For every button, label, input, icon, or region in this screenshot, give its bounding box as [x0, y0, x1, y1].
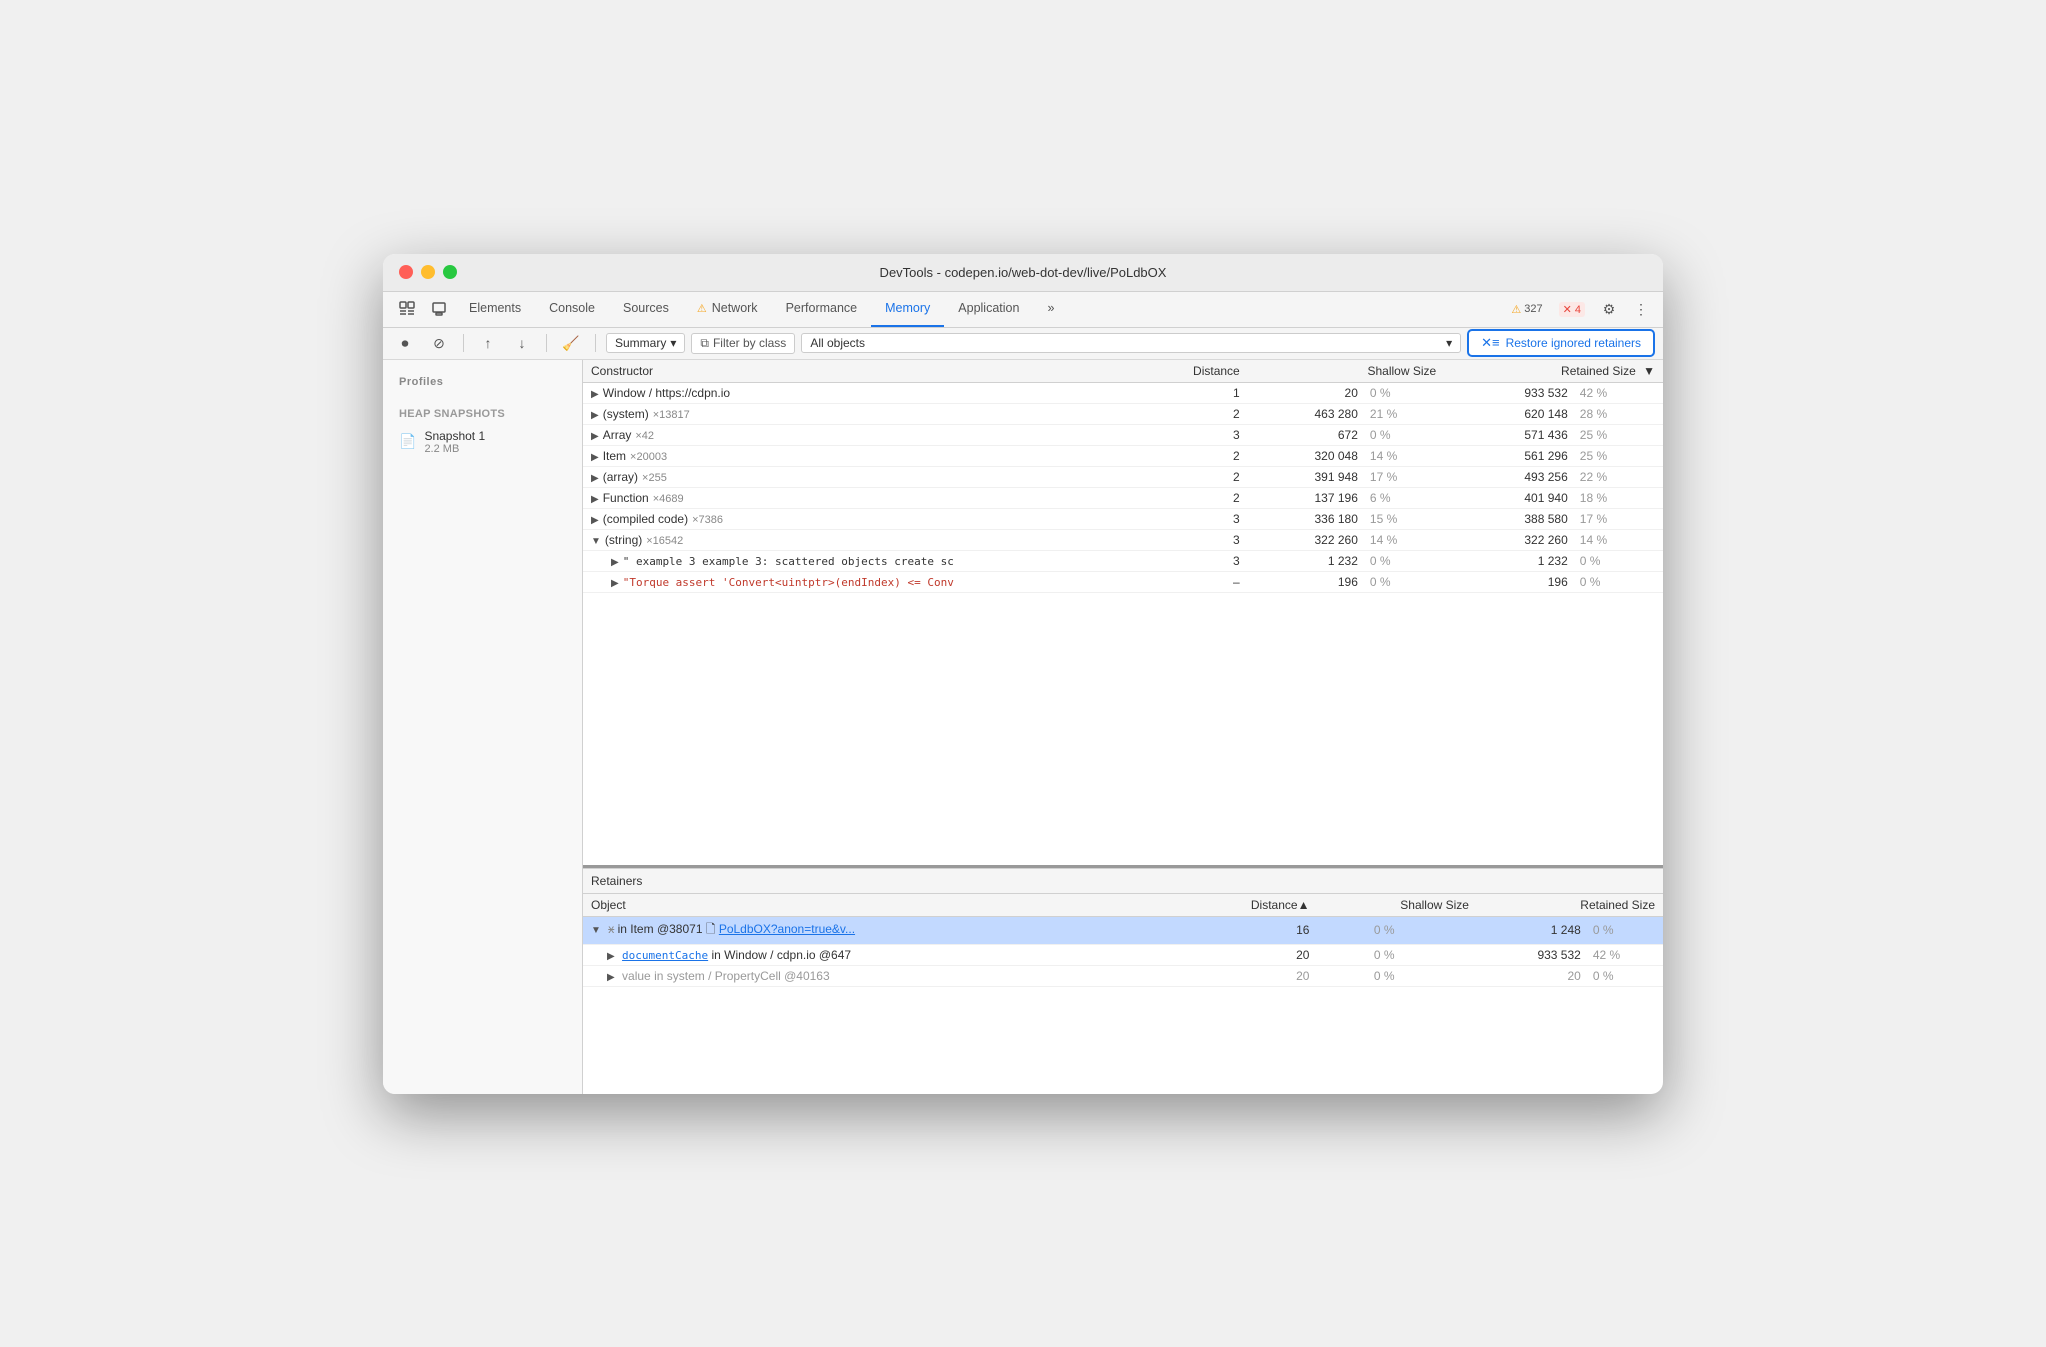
retainer-row[interactable]: ▶ documentCache in Window / cdpn.io @647… — [583, 944, 1663, 965]
expand-icon[interactable]: ▼ — [591, 925, 601, 936]
tab-application[interactable]: Application — [944, 292, 1033, 327]
main-area: Profiles HEAP SNAPSHOTS 📄 Snapshot 1 2.2… — [383, 360, 1663, 1094]
expand-icon[interactable]: ▼ — [591, 536, 601, 547]
tab-right-area: ⚠ 327 ✕ 4 ⚙ ⋮ — [1505, 292, 1655, 327]
record-button[interactable]: ⏺ — [391, 331, 419, 355]
summary-dropdown[interactable]: Summary ▾ — [606, 333, 685, 353]
expand-icon[interactable]: ▶ — [591, 515, 599, 526]
col-header-constructor: Constructor — [583, 360, 1123, 383]
expand-icon[interactable]: ▶ — [591, 452, 599, 463]
snapshot-name: Snapshot 1 — [424, 429, 485, 443]
retainer-row[interactable]: ▶ value in system / PropertyCell @40163 … — [583, 965, 1663, 986]
expand-icon[interactable]: ▶ — [591, 410, 599, 421]
snapshot-icon: 📄 — [399, 433, 416, 450]
tab-network[interactable]: ⚠ Network — [683, 292, 772, 327]
col-header-ret-distance: Distance▲ — [1177, 894, 1317, 917]
chevron-down-icon: ▾ — [1446, 336, 1452, 350]
expand-icon[interactable]: ▶ — [591, 972, 615, 983]
sidebar: Profiles HEAP SNAPSHOTS 📄 Snapshot 1 2.2… — [383, 360, 583, 1094]
snapshot-item[interactable]: 📄 Snapshot 1 2.2 MB — [383, 424, 582, 460]
device-icon[interactable] — [423, 292, 455, 327]
col-header-ret-shallow: Shallow Size — [1317, 894, 1477, 917]
col-header-distance: Distance — [1123, 360, 1248, 383]
class-dropdown[interactable]: All objects ▾ — [801, 333, 1461, 353]
retainer-row-selected[interactable]: ▼ x in Item @38071 🗋 PoLdbOX?anon=true&v… — [583, 916, 1663, 944]
content-area: Constructor Distance Shallow Size Retain… — [583, 360, 1663, 1094]
upload-button[interactable]: ↑ — [474, 331, 502, 355]
sidebar-title: Profiles — [383, 372, 582, 396]
separator-2 — [546, 334, 547, 352]
collect-button[interactable]: 🧹 — [557, 331, 585, 355]
inspector-icon[interactable] — [391, 292, 423, 327]
expand-icon[interactable]: ▶ — [611, 578, 619, 589]
link[interactable]: documentCache — [622, 949, 708, 962]
snapshot-info: Snapshot 1 2.2 MB — [424, 429, 485, 455]
expand-icon[interactable]: ▶ — [591, 431, 599, 442]
tab-memory[interactable]: Memory — [871, 292, 944, 327]
retainers-title: Retainers — [583, 868, 1663, 894]
sidebar-section: HEAP SNAPSHOTS — [383, 404, 582, 424]
stop-button[interactable]: ⊘ — [425, 331, 453, 355]
expand-icon[interactable]: ▶ — [591, 473, 599, 484]
more-options-button[interactable]: ⋮ — [1627, 297, 1655, 321]
tabbar: Elements Console Sources ⚠ Network Perfo… — [383, 292, 1663, 328]
expand-icon[interactable]: ▶ — [591, 951, 615, 962]
maximize-button[interactable] — [443, 265, 457, 279]
snapshot-size: 2.2 MB — [424, 443, 485, 455]
warning-icon: ⚠ — [697, 302, 707, 315]
traffic-lights — [399, 265, 457, 279]
table-row[interactable]: ▶(system)×13817 2 463 280 21 % 620 148 2… — [583, 403, 1663, 424]
filter-button[interactable]: ⧉ Filter by class — [691, 333, 795, 354]
constructor-table[interactable]: Constructor Distance Shallow Size Retain… — [583, 360, 1663, 868]
table-row[interactable]: ▶" example 3 example 3: scattered object… — [583, 550, 1663, 571]
titlebar: DevTools - codepen.io/web-dot-dev/live/P… — [383, 254, 1663, 292]
separator-1 — [463, 334, 464, 352]
restore-icon: ✕≡ — [1481, 335, 1499, 351]
settings-button[interactable]: ⚙ — [1595, 297, 1623, 321]
table-row[interactable]: ▼(string)×16542 3 322 260 14 % 322 260 1… — [583, 529, 1663, 550]
error-badge: ✕ 4 — [1553, 300, 1591, 319]
filter-icon: ⧉ — [700, 336, 709, 351]
table-row[interactable]: ▶Function×4689 2 137 196 6 % 401 940 18 … — [583, 487, 1663, 508]
tab-more[interactable]: » — [1033, 292, 1068, 327]
sort-arrow: ▼ — [1643, 364, 1655, 378]
minimize-button[interactable] — [421, 265, 435, 279]
download-button[interactable]: ↓ — [508, 331, 536, 355]
chevron-down-icon: ▾ — [670, 336, 676, 350]
table-row[interactable]: ▶Array×42 3 672 0 % 571 436 25 % — [583, 424, 1663, 445]
tab-sources[interactable]: Sources — [609, 292, 683, 327]
table-row[interactable]: ▶Window / https://cdpn.io 1 20 0 % 933 5… — [583, 382, 1663, 403]
col-header-object: Object — [583, 894, 1177, 917]
table-row[interactable]: ▶(array)×255 2 391 948 17 % 493 256 22 % — [583, 466, 1663, 487]
table-row[interactable]: ▶Item×20003 2 320 048 14 % 561 296 25 % — [583, 445, 1663, 466]
restore-button[interactable]: ✕≡ Restore ignored retainers — [1467, 329, 1655, 357]
link[interactable]: PoLdbOX?anon=true&v... — [719, 922, 855, 936]
window-title: DevTools - codepen.io/web-dot-dev/live/P… — [880, 265, 1167, 280]
tab-elements[interactable]: Elements — [455, 292, 535, 327]
devtools-window: DevTools - codepen.io/web-dot-dev/live/P… — [383, 254, 1663, 1094]
tab-console[interactable]: Console — [535, 292, 609, 327]
col-header-ret-retained: Retained Size — [1477, 894, 1663, 917]
expand-icon[interactable]: ▶ — [611, 557, 619, 568]
tab-performance[interactable]: Performance — [772, 292, 872, 327]
warning-badge: ⚠ 327 — [1505, 301, 1548, 318]
expand-icon[interactable]: ▶ — [591, 494, 599, 505]
table-row[interactable]: ▶"Torque assert 'Convert<uintptr>(endInd… — [583, 571, 1663, 592]
error-icon: ✕ 4 — [1559, 302, 1585, 317]
expand-icon[interactable]: ▶ — [591, 389, 599, 400]
close-button[interactable] — [399, 265, 413, 279]
separator-3 — [595, 334, 596, 352]
warning-icon: ⚠ — [1511, 303, 1521, 316]
table-row[interactable]: ▶(compiled code)×7386 3 336 180 15 % 388… — [583, 508, 1663, 529]
col-header-shallow: Shallow Size — [1248, 360, 1444, 383]
main-toolbar: ⏺ ⊘ ↑ ↓ 🧹 Summary ▾ ⧉ Filter by class Al… — [383, 328, 1663, 360]
col-header-retained: Retained Size ▼ — [1444, 360, 1663, 383]
retainers-table[interactable]: Object Distance▲ Shallow Size Retained S… — [583, 894, 1663, 1094]
window-icon: 🗋 — [706, 922, 716, 936]
